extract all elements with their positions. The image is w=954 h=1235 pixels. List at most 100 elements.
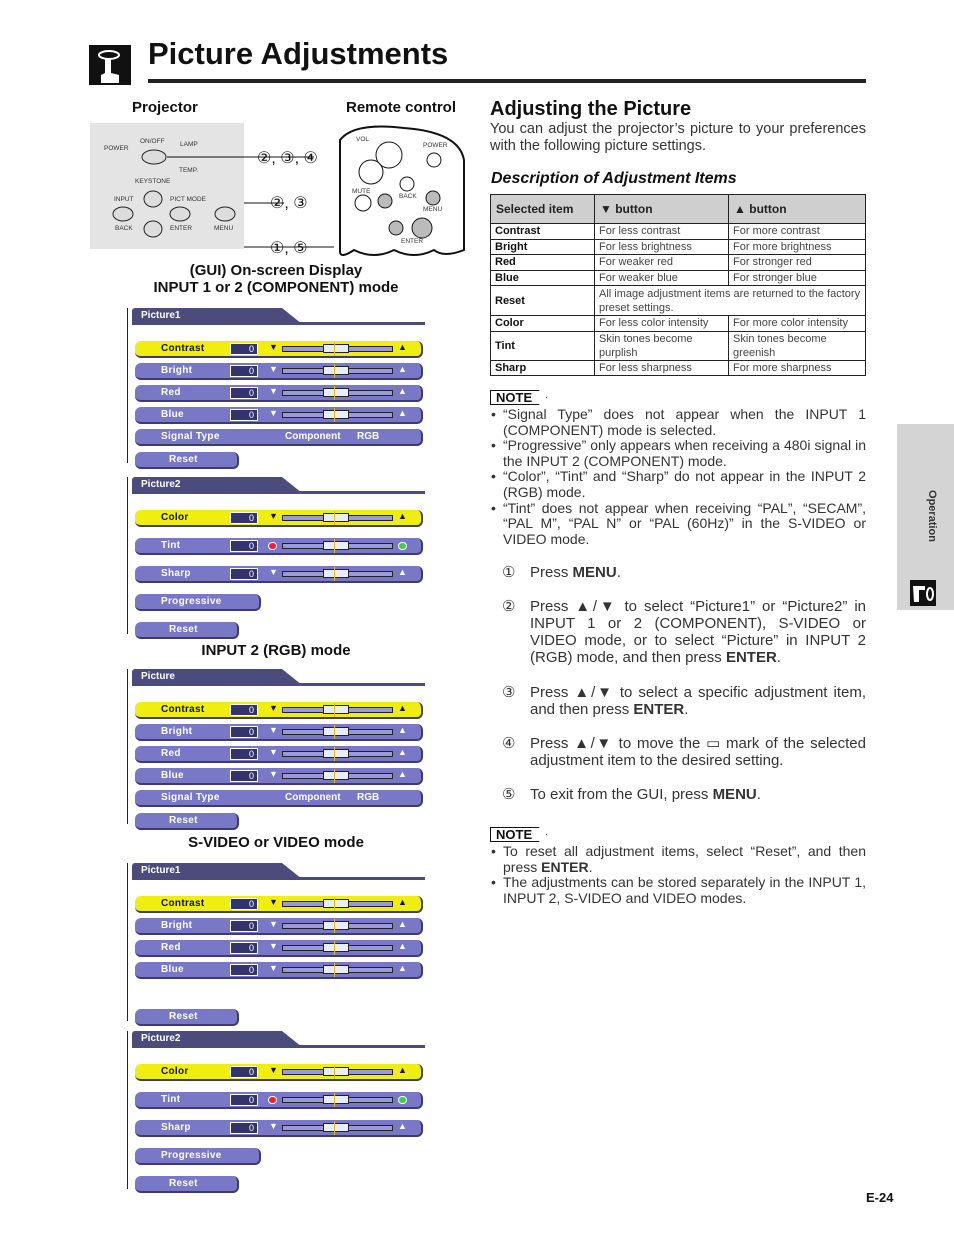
value-box: 0 — [230, 898, 258, 910]
menu-item-signal-type[interactable]: Signal Type Component RGB — [135, 790, 423, 807]
menu-item-bright[interactable]: Bright 0 ▼ ▲ — [135, 363, 423, 380]
down-arrow-icon[interactable]: ▼ — [269, 511, 278, 521]
menu-item-blue[interactable]: Blue 0 ▼ ▲ — [135, 962, 423, 979]
menu-item-contrast[interactable]: Contrast 0 ▼ ▲ — [135, 896, 423, 913]
projector-buttons-icon — [112, 149, 244, 238]
down-arrow-icon[interactable]: ▼ — [269, 703, 278, 713]
slider-knob[interactable] — [323, 410, 349, 419]
menu-item-color[interactable]: Color 0 ▼ ▲ — [135, 510, 423, 527]
cell-up: For more color intensity — [728, 315, 866, 332]
cell-down: For less brightness — [593, 238, 730, 255]
down-arrow-icon[interactable]: ▼ — [269, 386, 278, 396]
menu-item-reset[interactable]: Reset — [135, 1009, 239, 1026]
menu-item-tint[interactable]: Tint 0 — [135, 538, 423, 555]
slider-knob[interactable] — [323, 1067, 349, 1076]
up-arrow-icon[interactable]: ▲ — [398, 963, 407, 973]
slider-knob[interactable] — [323, 943, 349, 952]
menu-item-contrast[interactable]: Contrast 0 ▼ ▲ — [135, 702, 423, 719]
menu-item-red[interactable]: Red 0 ▼ ▲ — [135, 385, 423, 402]
up-arrow-icon[interactable]: ▲ — [398, 511, 407, 521]
menu-item-red[interactable]: Red 0 ▼ ▲ — [135, 940, 423, 957]
down-arrow-icon[interactable]: ▼ — [269, 364, 278, 374]
up-arrow-icon[interactable]: ▲ — [398, 703, 407, 713]
down-arrow-icon[interactable]: ▼ — [269, 747, 278, 757]
down-arrow-icon[interactable]: ▼ — [269, 567, 278, 577]
menu-item-reset[interactable]: Reset — [135, 813, 239, 830]
option-component[interactable]: Component — [285, 431, 341, 442]
menu-item-sharp[interactable]: Sharp 0 ▼ ▲ — [135, 566, 423, 583]
slider-center-mark — [334, 408, 335, 422]
menu-item-tint[interactable]: Tint 0 — [135, 1092, 423, 1109]
menu-item-red[interactable]: Red 0 ▼ ▲ — [135, 746, 423, 763]
cell-item: Contrast — [490, 223, 595, 240]
slider-knob[interactable] — [323, 569, 349, 578]
slider-knob[interactable] — [323, 921, 349, 930]
step-number: ① — [502, 564, 516, 581]
picture-adjust-icon — [89, 45, 131, 85]
down-arrow-icon[interactable]: ▼ — [269, 941, 278, 951]
down-arrow-icon[interactable]: ▼ — [269, 919, 278, 929]
remote-back-label: BACK — [399, 193, 417, 200]
down-arrow-icon[interactable]: ▼ — [269, 769, 278, 779]
value-box: 0 — [230, 748, 258, 760]
note-item: “Progressive” only appears when receivin… — [490, 437, 866, 469]
up-arrow-icon[interactable]: ▲ — [398, 919, 407, 929]
down-arrow-icon[interactable]: ▼ — [269, 897, 278, 907]
menu-item-reset[interactable]: Reset — [135, 452, 239, 469]
up-arrow-icon[interactable]: ▲ — [398, 567, 407, 577]
up-arrow-icon[interactable]: ▲ — [398, 769, 407, 779]
slider-center-mark — [334, 941, 335, 955]
down-arrow-icon[interactable]: ▼ — [269, 342, 278, 352]
option-rgb[interactable]: RGB — [357, 431, 379, 442]
slider-knob[interactable] — [323, 344, 349, 353]
up-arrow-icon[interactable]: ▲ — [398, 725, 407, 735]
menu-item-label: Reset — [169, 1178, 198, 1189]
menu-item-bright[interactable]: Bright 0 ▼ ▲ — [135, 918, 423, 935]
slider-knob[interactable] — [323, 513, 349, 522]
table-row: Sharp For less sharpness For more sharpnes… — [490, 359, 866, 376]
menu-item-label: Color — [161, 1066, 189, 1077]
cell-down: For less contrast — [593, 223, 730, 240]
up-arrow-icon[interactable]: ▲ — [398, 747, 407, 757]
cell-item: Reset — [490, 285, 595, 316]
slider-knob[interactable] — [323, 965, 349, 974]
slider-knob[interactable] — [323, 1095, 349, 1104]
up-arrow-icon[interactable]: ▲ — [398, 1121, 407, 1131]
menu-item-blue[interactable]: Blue 0 ▼ ▲ — [135, 768, 423, 785]
up-arrow-icon[interactable]: ▲ — [398, 364, 407, 374]
menu-item-sharp[interactable]: Sharp 0 ▼ ▲ — [135, 1120, 423, 1137]
up-arrow-icon[interactable]: ▲ — [398, 941, 407, 951]
menu-item-contrast[interactable]: Contrast 0 ▼ ▲ — [135, 341, 423, 358]
slider-knob[interactable] — [323, 1123, 349, 1132]
up-arrow-icon[interactable]: ▲ — [398, 1065, 407, 1075]
option-rgb[interactable]: RGB — [357, 792, 379, 803]
option-component[interactable]: Component — [285, 792, 341, 803]
menu-item-blue[interactable]: Blue 0 ▼ ▲ — [135, 407, 423, 424]
slider-knob[interactable] — [323, 366, 349, 375]
slider-knob[interactable] — [323, 771, 349, 780]
menu-item-reset[interactable]: Reset — [135, 1176, 239, 1193]
down-arrow-icon[interactable]: ▼ — [269, 408, 278, 418]
menu-item-bright[interactable]: Bright 0 ▼ ▲ — [135, 724, 423, 741]
up-arrow-icon[interactable]: ▲ — [398, 342, 407, 352]
slider-knob[interactable] — [323, 541, 349, 550]
slider-knob[interactable] — [323, 705, 349, 714]
slider-knob[interactable] — [323, 727, 349, 736]
cell-item: Tint — [490, 330, 595, 361]
down-arrow-icon[interactable]: ▼ — [269, 963, 278, 973]
down-arrow-icon[interactable]: ▼ — [269, 1065, 278, 1075]
down-arrow-icon[interactable]: ▼ — [269, 725, 278, 735]
table-row: Reset All image adjustment items are retu… — [490, 285, 866, 316]
slider-knob[interactable] — [323, 899, 349, 908]
menu-item-progressive[interactable]: Progressive — [135, 594, 261, 611]
menu-item-progressive[interactable]: Progressive — [135, 1148, 261, 1165]
up-arrow-icon[interactable]: ▲ — [398, 386, 407, 396]
menu-item-reset[interactable]: Reset — [135, 622, 239, 639]
down-arrow-icon[interactable]: ▼ — [269, 1121, 278, 1131]
slider-knob[interactable] — [323, 749, 349, 758]
slider-knob[interactable] — [323, 388, 349, 397]
up-arrow-icon[interactable]: ▲ — [398, 897, 407, 907]
menu-item-signal-type[interactable]: Signal Type Component RGB — [135, 429, 423, 446]
menu-item-color[interactable]: Color 0 ▼ ▲ — [135, 1064, 423, 1081]
up-arrow-icon[interactable]: ▲ — [398, 408, 407, 418]
